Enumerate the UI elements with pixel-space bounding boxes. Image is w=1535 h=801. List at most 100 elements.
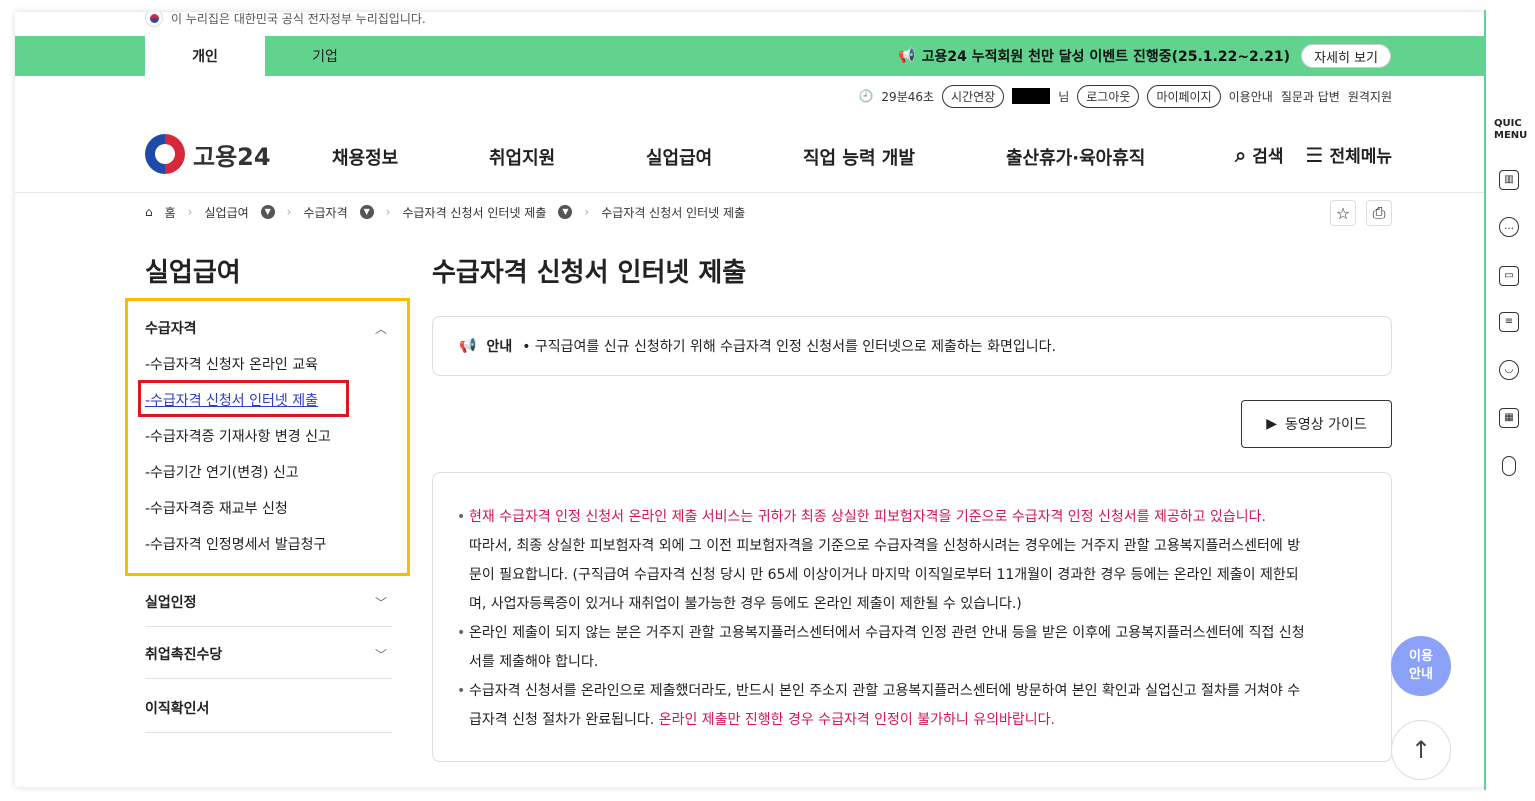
divider (145, 732, 392, 733)
breadcrumb-home[interactable]: 홈 (165, 204, 176, 221)
sidebar-group-separation[interactable]: 이직확인서 (145, 698, 209, 718)
faq-link[interactable]: 질문과 답변 (1281, 88, 1340, 105)
all-menu-button[interactable]: ☰ 전체메뉴 (1305, 142, 1393, 168)
mypage-button[interactable]: 마이페이지 (1147, 84, 1221, 108)
chevron-up-icon[interactable]: ︿ (375, 320, 387, 337)
search-button[interactable]: ⌕ 검색 (1235, 142, 1284, 168)
chevron-right-icon: › (187, 205, 193, 219)
nav-jobs[interactable]: 채용정보 (332, 144, 398, 170)
sidebar-item-period-extension[interactable]: -수급기간 연기(변경) 신고 (145, 462, 299, 482)
korea-flag-icon (145, 12, 163, 27)
search-label: 검색 (1252, 147, 1284, 167)
breadcrumb: ⌂ 홈 › 실업급여 ▼ › 수급자격 ▼ › 수급자격 신청서 인터넷 제출 … (145, 202, 745, 222)
quick-menu-title: QUIC MENU (1494, 118, 1527, 142)
content-text: 서를 제출해야 합니다. (469, 654, 599, 670)
chevron-right-icon: › (286, 205, 292, 219)
coin-icon[interactable] (1502, 456, 1516, 476)
sidebar-item-change-report[interactable]: -수급자격증 기재사항 변경 신고 (145, 426, 331, 446)
logout-button[interactable]: 로그아웃 (1077, 84, 1140, 108)
tab-personal[interactable]: 개인 (145, 36, 265, 76)
smile-icon[interactable]: ◡ (1499, 360, 1519, 380)
nav-unemployment-benefit[interactable]: 실업급여 (646, 144, 712, 170)
event-detail-button[interactable]: 자세히 보기 (1301, 44, 1391, 68)
chevron-down-icon[interactable]: ▼ (359, 205, 374, 219)
video-guide-button[interactable]: ▶ 동영상 가이드 (1241, 400, 1392, 448)
guide-link[interactable]: 이용안내 (1229, 88, 1273, 105)
chevron-down-icon[interactable]: ▼ (260, 205, 275, 219)
content-text: 따라서, 최종 상실한 피보험자격 외에 그 이전 피보험자격을 기준으로 수급… (469, 538, 1301, 554)
masked-username (1012, 88, 1051, 104)
arrow-up-icon: ↑ (1410, 736, 1432, 764)
event-text: 고용24 누적회원 천만 달성 이벤트 진행중(25.1.22~2.21) (921, 49, 1290, 65)
content-text-part: 급자격 신청 절차가 완료됩니다. (469, 712, 655, 728)
page-tools: ☆ ⎙ (1330, 200, 1392, 226)
page: 이 누리집은 대한민국 공식 전자정부 누리집입니다. 개인 기업 📢 고용24… (15, 12, 1485, 787)
remote-support-link[interactable]: 원격지원 (1348, 88, 1392, 105)
video-guide-label: 동영상 가이드 (1285, 417, 1367, 433)
utility-bar: 🕘 29분46초 시간연장 님 로그아웃 마이페이지 이용안내 질문과 답변 원… (858, 84, 1392, 108)
main-nav: 고용24 채용정보 취업지원 실업급여 직업 능력 개발 출산휴가·육아휴직 ⌕… (15, 122, 1485, 192)
breadcrumb-item[interactable]: 실업급여 (204, 204, 248, 221)
content-text: 수급자격 신청서를 온라인으로 제출했더라도, 반드시 본인 주소지 관할 고용… (457, 677, 1367, 706)
sidebar-group-eligibility[interactable]: 수급자격 (145, 318, 197, 338)
print-icon[interactable]: ⎙ (1366, 200, 1392, 226)
chevron-down-icon[interactable]: ﹀ (375, 594, 387, 611)
gov-banner-text: 이 누리집은 대한민국 공식 전자정부 누리집입니다. (171, 12, 426, 26)
content-text: 온라인 제출이 되지 않는 분은 거주지 관할 고용복지플러스센터에서 수급자격… (457, 619, 1367, 648)
calculator-icon[interactable]: ▦ (1499, 408, 1519, 428)
logo-text: 고용24 (193, 142, 271, 171)
sidebar-group-recognition[interactable]: 실업인정 (145, 592, 197, 612)
event-notice[interactable]: 📢 고용24 누적회원 천만 달성 이벤트 진행중(25.1.22~2.21) (898, 36, 1290, 76)
logo[interactable]: 고용24 (145, 134, 271, 174)
breadcrumb-item[interactable]: 수급자격 (303, 204, 347, 221)
top-bar: 개인 기업 📢 고용24 누적회원 천만 달성 이벤트 진행중(25.1.22~… (15, 36, 1485, 76)
usage-guide-button[interactable]: 이용 안내 (1391, 636, 1451, 696)
usage-guide-label: 이용 안내 (1409, 648, 1433, 684)
breadcrumb-item[interactable]: 수급자격 신청서 인터넷 제출 (402, 204, 546, 221)
extend-time-button[interactable]: 시간연장 (942, 84, 1005, 108)
search-icon: ⌕ (1235, 142, 1247, 167)
user-suffix: 님 (1058, 89, 1070, 104)
chevron-right-icon: › (584, 205, 590, 219)
nav-maternity-leave[interactable]: 출산휴가·육아휴직 (1006, 144, 1145, 170)
sidebar-item-reissue[interactable]: -수급자격증 재교부 신청 (145, 498, 288, 518)
nav-vocational-training[interactable]: 직업 능력 개발 (803, 144, 915, 170)
content-red-text: 온라인 제출만 진행한 경우 수급자격 인정이 불가하니 유의바랍니다. (658, 712, 1055, 728)
building-icon[interactable]: ▥ (1499, 170, 1519, 190)
nav-employment-support[interactable]: 취업지원 (489, 144, 555, 170)
checklist-icon[interactable]: ≡ (1499, 312, 1519, 332)
usage-line2: 안내 (1409, 667, 1433, 682)
notice-label: 안내 (486, 339, 513, 355)
divider (15, 192, 1485, 193)
divider (145, 626, 392, 627)
megaphone-icon: 📢 (898, 48, 916, 64)
quick-menu: QUIC MENU ▥ … ▭ ≡ ◡ ▦ (1484, 10, 1527, 790)
play-icon: ▶ (1266, 416, 1278, 432)
content-text: 급자격 신청 절차가 완료됩니다. 온라인 제출만 진행한 경우 수급자격 인정… (457, 706, 1367, 735)
content-box: 현재 수급자격 인정 신청서 온라인 제출 서비스는 귀하가 최종 상실한 피보… (432, 472, 1392, 762)
breadcrumb-current: 수급자격 신청서 인터넷 제출 (601, 205, 746, 220)
chevron-right-icon: › (385, 205, 391, 219)
sidebar-item-statement-request[interactable]: -수급자격 인정명세서 발급청구 (145, 534, 326, 554)
tab-company[interactable]: 기업 (265, 36, 385, 76)
notice-text: • 구직급여를 신규 신청하기 위해 수급자격 인정 신청서를 인터넷으로 제출… (522, 339, 1056, 355)
divider (145, 678, 392, 679)
star-icon[interactable]: ☆ (1330, 200, 1356, 226)
sidebar-item-online-education[interactable]: -수급자격 신청자 온라인 교육 (145, 354, 318, 374)
quick-title-line1: QUIC (1494, 118, 1522, 129)
all-menu-label: 전체메뉴 (1329, 147, 1392, 167)
hamburger-icon: ☰ (1305, 142, 1324, 167)
sidebar-group-reemployment[interactable]: 취업촉진수당 (145, 644, 222, 664)
home-icon: ⌂ (145, 205, 153, 219)
sidebar-title: 실업급여 (145, 258, 241, 288)
gov-banner: 이 누리집은 대한민국 공식 전자정부 누리집입니다. (145, 12, 426, 28)
notice-box: 📢 안내 • 구직급여를 신규 신청하기 위해 수급자격 인정 신청서를 인터넷… (432, 316, 1392, 376)
chevron-down-icon[interactable]: ﹀ (375, 646, 387, 663)
monitor-icon[interactable]: ▭ (1499, 266, 1519, 286)
content-text: 문이 필요합니다. (구직급여 수급자격 신청 당시 만 65세 이상이거나 마… (469, 567, 1299, 583)
taegeuk-logo-icon (145, 134, 185, 174)
chevron-down-icon[interactable]: ▼ (558, 205, 573, 219)
chat-icon[interactable]: … (1499, 217, 1519, 237)
scroll-top-button[interactable]: ↑ (1391, 720, 1451, 780)
clock-icon: 🕘 (858, 89, 874, 103)
